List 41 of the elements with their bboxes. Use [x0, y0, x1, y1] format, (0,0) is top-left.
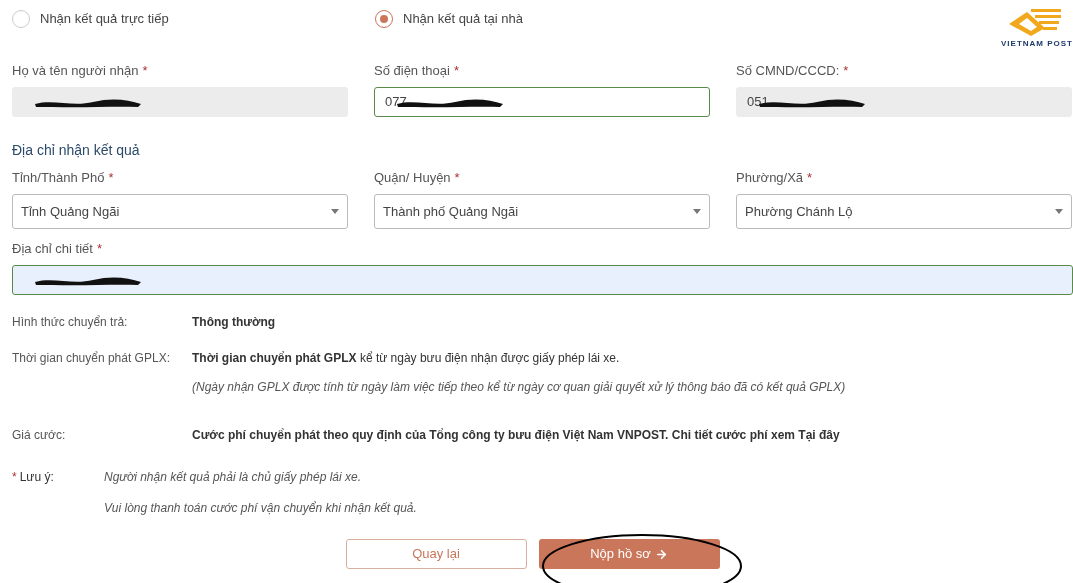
- info-value: Thông thường: [192, 314, 276, 331]
- radio-button[interactable]: [375, 9, 393, 28]
- address-field[interactable]: [12, 265, 1073, 295]
- field-label: Phường/Xã: [736, 169, 804, 188]
- dropdown-caret-icon: [331, 209, 339, 214]
- info-value: Thời gian chuyển phát GPLX kể từ ngày bưu điện nhận được giấy phép lái xe.: [192, 350, 621, 367]
- required-asterisk-icon: *: [453, 61, 459, 81]
- required-asterisk-icon: *: [96, 239, 102, 259]
- field-label: Quận/ Huyện: [374, 169, 451, 188]
- field-label: Địa chỉ chi tiết: [12, 240, 93, 259]
- required-asterisk-icon: *: [454, 168, 460, 188]
- field-label: Số CMND/CCCD:: [736, 62, 840, 81]
- required-asterisk-icon: *: [142, 61, 148, 81]
- section-title: Địa chỉ nhận kết quả: [11, 141, 141, 160]
- field-label: Số điện thoại: [374, 62, 450, 81]
- field-label: Tỉnh/Thành Phố: [12, 169, 105, 188]
- back-button[interactable]: Quay lại: [345, 539, 527, 569]
- notice-line: Người nhận kết quả phải là chủ giấy phép lái xe.: [104, 469, 363, 486]
- info-label: Hình thức chuyển trả:: [12, 314, 129, 331]
- dropdown-field[interactable]: Tỉnh Quảng Ngãi: [12, 194, 348, 229]
- radio-option[interactable]: Nhận kết quả tại nhà: [375, 9, 711, 29]
- dropdown-caret-icon: [1055, 209, 1063, 214]
- radio-option[interactable]: Nhận kết quả trực tiếp: [12, 9, 375, 29]
- required-asterisk-icon: *: [843, 61, 849, 81]
- info-label: Thời gian chuyển phát GPLX:: [12, 350, 171, 367]
- notice-line: Vui lòng thanh toán cước phí vận chuyển khi nhận kết quả.: [104, 500, 417, 517]
- text-field[interactable]: [12, 87, 348, 117]
- logo-text: VIETNAM POST: [1001, 40, 1073, 48]
- arrow-right-icon: [654, 547, 668, 561]
- info-value: Cước phí chuyển phát theo quy định của Tổng công ty bưu điện Việt Nam VNPOST. Chi tiết cước phí xem Tại đây: [192, 427, 840, 444]
- required-asterisk-icon: *: [108, 168, 114, 188]
- field-label: Họ và tên người nhận: [12, 62, 139, 81]
- notice-label: Lưu ý:: [19, 469, 54, 486]
- radio-button[interactable]: [12, 9, 30, 28]
- info-label: Giá cước:: [12, 427, 67, 444]
- notice-asterisk: *: [12, 469, 17, 486]
- info-note: (Ngày nhận GPLX được tính từ ngày làm việc tiếp theo kể từ ngày cơ quan giải quyết xử lý thông báo đã có kết quả GPLX): [192, 379, 846, 396]
- dropdown-field[interactable]: Phường Chánh Lộ: [736, 194, 1072, 229]
- dropdown-caret-icon: [693, 209, 701, 214]
- required-asterisk-icon: *: [807, 168, 813, 188]
- dropdown-field[interactable]: Thành phố Quảng Ngãi: [374, 194, 710, 229]
